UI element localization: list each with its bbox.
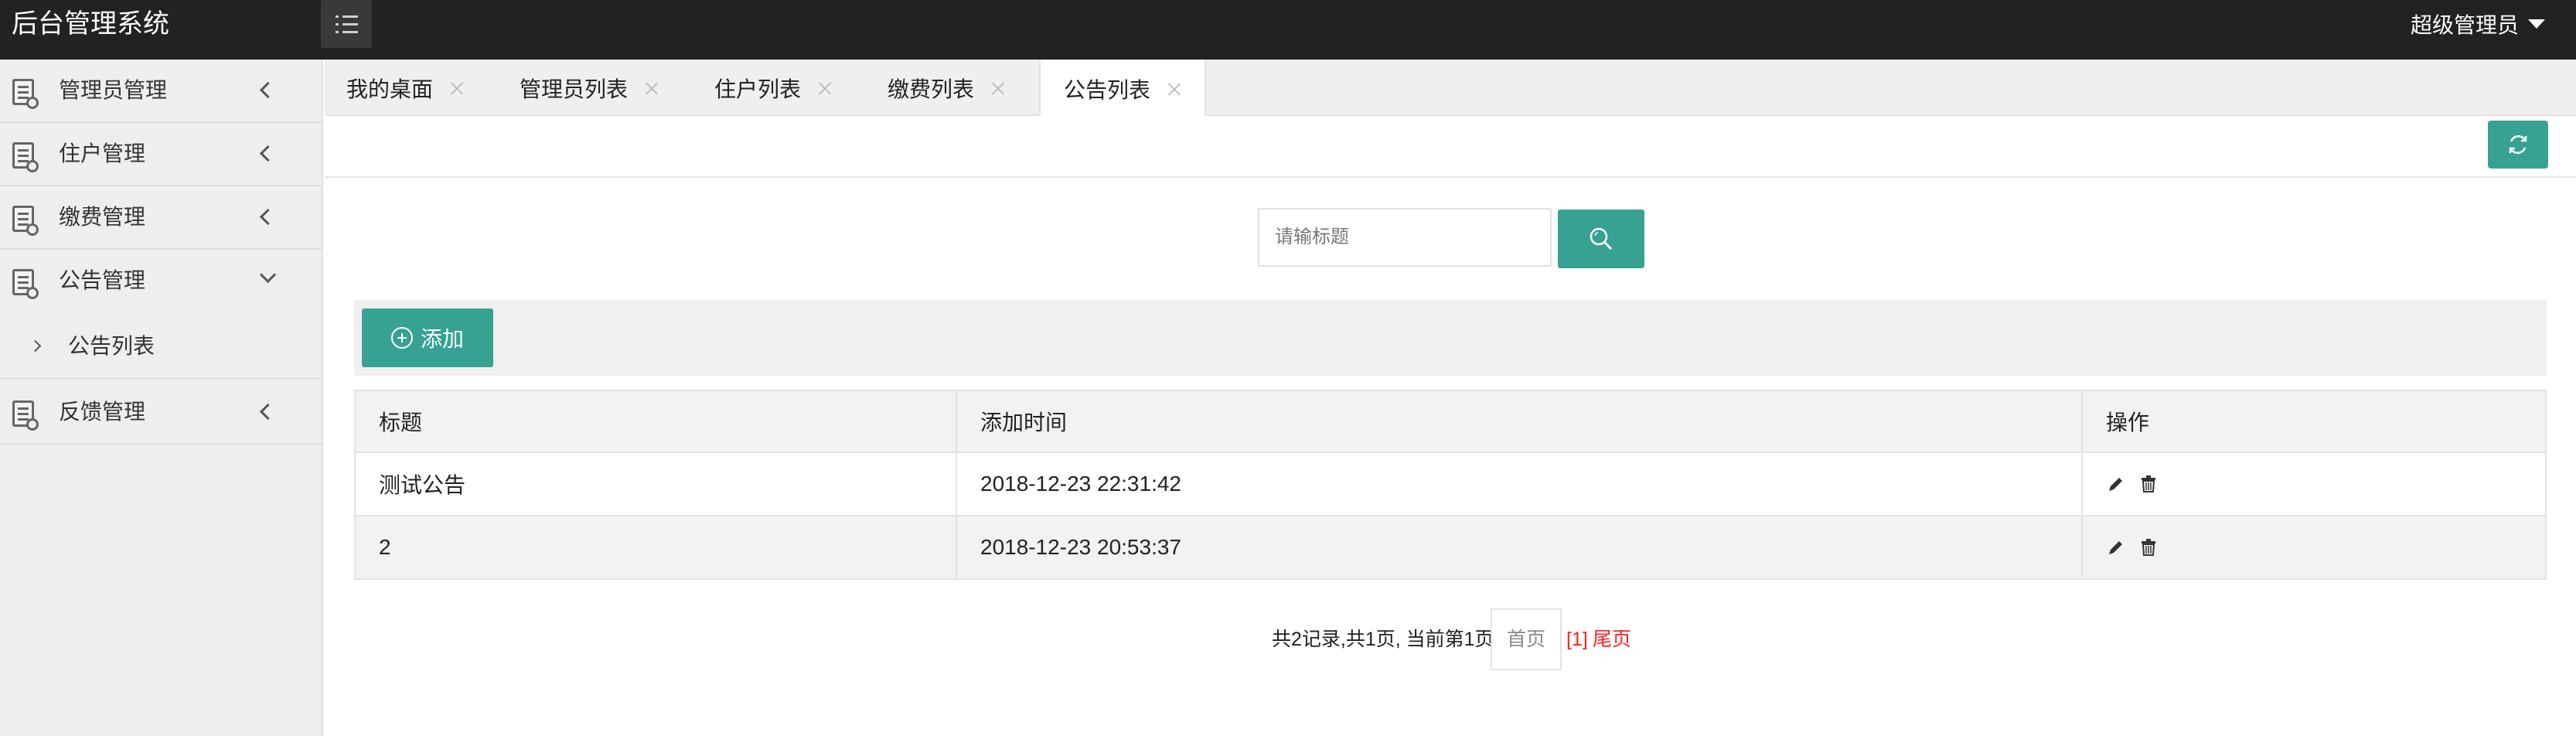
add-button-label: 添加 xyxy=(420,326,464,352)
sidebar-item-label: 住户管理 xyxy=(59,141,146,166)
tab-label: 公告列表 xyxy=(1064,77,1151,103)
list-toolbar: 添加 xyxy=(354,300,2547,376)
sidebar-item-label: 缴费管理 xyxy=(59,204,146,230)
sidebar-item-label: 反馈管理 xyxy=(59,399,146,424)
chevron-left-icon xyxy=(259,145,277,162)
document-icon xyxy=(12,269,39,299)
edit-icon[interactable] xyxy=(2106,474,2126,494)
app-title: 后台管理系统 xyxy=(12,9,169,39)
plus-circle-icon xyxy=(390,327,413,349)
cell-actions xyxy=(2081,451,2547,516)
tab-label: 管理员列表 xyxy=(520,76,629,102)
edit-icon[interactable] xyxy=(2106,537,2126,557)
close-icon[interactable] xyxy=(645,81,659,95)
table-row: 2 2018-12-23 20:53:37 xyxy=(354,515,2547,580)
chevron-down-icon xyxy=(259,266,277,284)
cell-time: 2018-12-23 22:31:42 xyxy=(956,451,2083,516)
tab-my-desktop[interactable]: 我的桌面 xyxy=(346,60,464,116)
search-icon xyxy=(1590,227,1613,250)
tab-announcement-list[interactable]: 公告列表 xyxy=(1039,60,1207,118)
first-page-button[interactable]: 首页 xyxy=(1491,608,1562,670)
sidebar-item-residents[interactable]: 住户管理 xyxy=(0,123,322,186)
cell-title: 测试公告 xyxy=(354,451,957,516)
sidebar-item-payments[interactable]: 缴费管理 xyxy=(0,186,322,250)
sidebar-item-label: 公告管理 xyxy=(59,267,146,293)
list-icon xyxy=(335,15,358,33)
user-name: 超级管理员 xyxy=(2410,12,2519,38)
column-header-time: 添加时间 xyxy=(956,390,2083,453)
chevron-left-icon xyxy=(259,81,277,99)
column-header-actions: 操作 xyxy=(2081,390,2547,453)
content-toolbar xyxy=(325,116,2576,178)
document-icon xyxy=(12,206,39,236)
sidebar-item-admin[interactable]: 管理员管理 xyxy=(0,60,322,123)
cell-actions xyxy=(2081,515,2547,580)
sidebar-item-feedback[interactable]: 反馈管理 xyxy=(0,381,322,445)
tab-label: 我的桌面 xyxy=(346,76,434,102)
tab-resident-list[interactable]: 住户列表 xyxy=(714,60,832,116)
current-page-link[interactable]: [1] xyxy=(1566,608,1588,670)
tab-payment-list[interactable]: 缴费列表 xyxy=(888,60,1005,116)
tab-label: 住户列表 xyxy=(714,76,802,102)
close-icon[interactable] xyxy=(818,81,832,95)
trash-icon[interactable] xyxy=(2138,537,2159,557)
chevron-left-icon xyxy=(259,403,277,421)
search-input[interactable] xyxy=(1258,208,1552,267)
pagination: 共2记录,共1页, 当前第1页 首页 [1] 尾页 xyxy=(0,608,2576,670)
add-button[interactable]: 添加 xyxy=(362,308,493,367)
user-menu[interactable]: 超级管理员 xyxy=(2411,0,2545,48)
document-icon xyxy=(12,142,39,172)
last-page-link[interactable]: 尾页 xyxy=(1593,608,1631,670)
chevron-left-icon xyxy=(259,208,277,226)
search-button[interactable] xyxy=(1558,210,1644,268)
tab-label: 缴费列表 xyxy=(888,76,975,102)
close-icon[interactable] xyxy=(991,81,1005,95)
tab-bar: 我的桌面 管理员列表 住户列表 缴费列表 公告列表 xyxy=(325,60,2576,118)
sidebar-item-label: 管理员管理 xyxy=(59,77,168,103)
close-icon[interactable] xyxy=(450,81,464,95)
sidebar-subitem-announcement-list[interactable]: 公告列表 xyxy=(0,313,322,380)
pagination-summary: 共2记录,共1页, 当前第1页 xyxy=(1272,629,1494,650)
document-icon xyxy=(12,400,39,431)
caret-down-icon xyxy=(2528,19,2545,29)
table-row: 测试公告 2018-12-23 22:31:42 xyxy=(354,451,2547,516)
column-header-title: 标题 xyxy=(354,390,957,453)
sidebar-subitem-label: 公告列表 xyxy=(68,333,155,359)
chevron-right-icon xyxy=(29,339,42,353)
document-icon xyxy=(12,79,39,109)
trash-icon[interactable] xyxy=(2138,474,2159,494)
cell-title: 2 xyxy=(354,515,957,580)
close-icon[interactable] xyxy=(1167,82,1181,96)
refresh-button[interactable] xyxy=(2488,121,2548,169)
menu-toggle-button[interactable] xyxy=(321,0,372,48)
tab-admin-list[interactable]: 管理员列表 xyxy=(520,60,659,116)
top-bar: 后台管理系统 超级管理员 xyxy=(0,0,2576,60)
sidebar-item-announcements[interactable]: 公告管理 xyxy=(0,250,322,313)
table-header-row: 标题 添加时间 操作 xyxy=(354,390,2547,453)
announcement-table: 标题 添加时间 操作 测试公告 2018-12-23 22:31:42 2 20… xyxy=(354,390,2547,580)
refresh-icon xyxy=(2509,135,2527,155)
cell-time: 2018-12-23 20:53:37 xyxy=(956,515,2083,580)
